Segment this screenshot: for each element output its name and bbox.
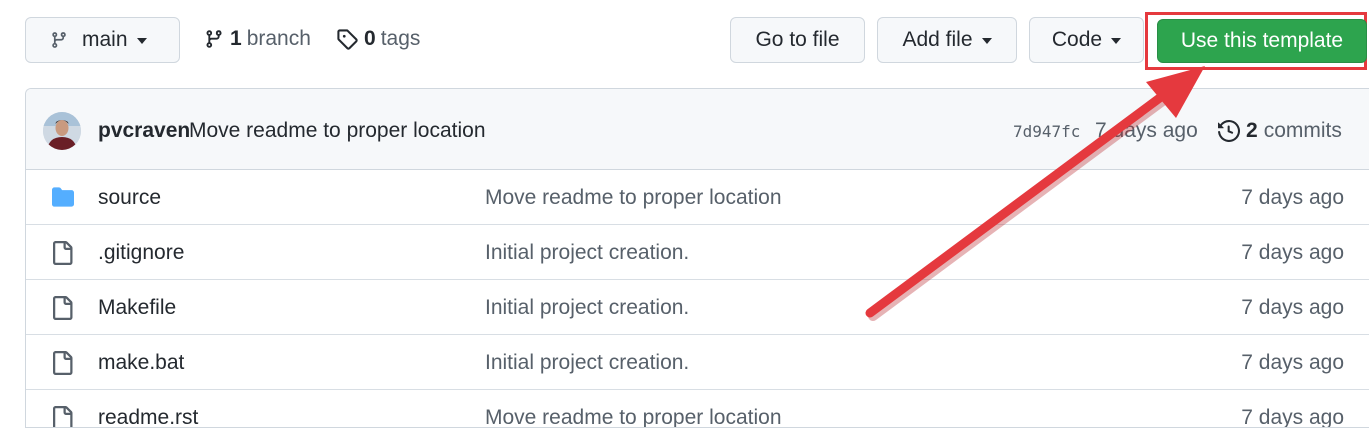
commit-time: 7 days ago bbox=[1095, 119, 1198, 142]
chevron-down-icon bbox=[1111, 38, 1122, 44]
file-commit-message-link[interactable]: Initial project creation. bbox=[485, 241, 689, 265]
file-name-link[interactable]: readme.rst bbox=[98, 406, 198, 427]
add-file-label: Add file bbox=[902, 28, 973, 51]
commits-label: commits bbox=[1263, 119, 1342, 142]
file-browser: pvcraven Move readme to proper location … bbox=[25, 88, 1369, 428]
tags-link[interactable]: 0 tags bbox=[336, 27, 420, 51]
file-row[interactable]: make.bat Initial project creation. 7 day… bbox=[26, 335, 1369, 390]
latest-commit-bar: pvcraven Move readme to proper location … bbox=[26, 89, 1369, 170]
user-avatar-image bbox=[43, 112, 81, 150]
branch-name: main bbox=[82, 28, 128, 51]
repo-toolbar: main 1 branch 0 tags Go to file Add file… bbox=[0, 0, 1369, 88]
file-commit-message-link[interactable]: Move readme to proper location bbox=[485, 406, 782, 427]
file-commit-message-link[interactable]: Initial project creation. bbox=[485, 351, 689, 375]
file-name-link[interactable]: .gitignore bbox=[98, 241, 184, 265]
file-commit-message-link[interactable]: Move readme to proper location bbox=[485, 186, 782, 210]
file-icon bbox=[50, 351, 74, 380]
chevron-down-icon bbox=[136, 38, 147, 44]
avatar[interactable] bbox=[43, 112, 81, 150]
file-name-link[interactable]: Makefile bbox=[98, 296, 176, 320]
commit-message-link[interactable]: Move readme to proper location bbox=[189, 119, 486, 143]
file-row[interactable]: .gitignore Initial project creation. 7 d… bbox=[26, 225, 1369, 280]
file-icon bbox=[50, 406, 74, 427]
file-row[interactable]: source Move readme to proper location 7 … bbox=[26, 170, 1369, 225]
file-name-link[interactable]: make.bat bbox=[98, 351, 184, 375]
commits-history-link[interactable]: 2 commits bbox=[1218, 119, 1342, 143]
branch-label: branch bbox=[246, 27, 311, 50]
folder-icon bbox=[50, 186, 76, 213]
tag-label: tags bbox=[380, 27, 421, 50]
file-row[interactable]: readme.rst Move readme to proper locatio… bbox=[26, 390, 1369, 428]
go-to-file-button[interactable]: Go to file bbox=[730, 17, 865, 63]
tag-count: 0 bbox=[364, 27, 376, 50]
file-commit-time: 7 days ago bbox=[1241, 186, 1344, 209]
file-icon bbox=[50, 241, 74, 270]
branches-link[interactable]: 1 branch bbox=[204, 27, 311, 51]
chevron-down-icon bbox=[981, 38, 992, 44]
branch-selector-button[interactable]: main bbox=[25, 17, 180, 63]
file-row[interactable]: Makefile Initial project creation. 7 day… bbox=[26, 280, 1369, 335]
file-commit-time: 7 days ago bbox=[1241, 296, 1344, 319]
file-icon bbox=[50, 296, 74, 325]
file-commit-time: 7 days ago bbox=[1241, 241, 1344, 264]
file-commit-message-link[interactable]: Initial project creation. bbox=[485, 296, 689, 320]
code-button[interactable]: Code bbox=[1029, 17, 1144, 63]
go-to-file-label: Go to file bbox=[755, 28, 840, 51]
commit-sha-link[interactable]: 7d947fc bbox=[1013, 122, 1080, 141]
branch-count: 1 bbox=[230, 27, 242, 50]
git-branch-icon bbox=[52, 32, 66, 48]
add-file-button[interactable]: Add file bbox=[877, 17, 1017, 63]
history-icon bbox=[1218, 120, 1240, 142]
file-commit-time: 7 days ago bbox=[1241, 406, 1344, 428]
commit-author-link[interactable]: pvcraven bbox=[98, 119, 190, 143]
code-label: Code bbox=[1051, 28, 1103, 51]
file-name-link[interactable]: source bbox=[98, 186, 161, 210]
tag-icon bbox=[337, 29, 358, 50]
use-this-template-button[interactable]: Use this template bbox=[1157, 19, 1367, 63]
file-commit-time: 7 days ago bbox=[1241, 351, 1344, 374]
commits-count: 2 bbox=[1246, 119, 1258, 142]
use-this-template-label: Use this template bbox=[1180, 29, 1344, 52]
git-branch-icon bbox=[206, 30, 222, 48]
